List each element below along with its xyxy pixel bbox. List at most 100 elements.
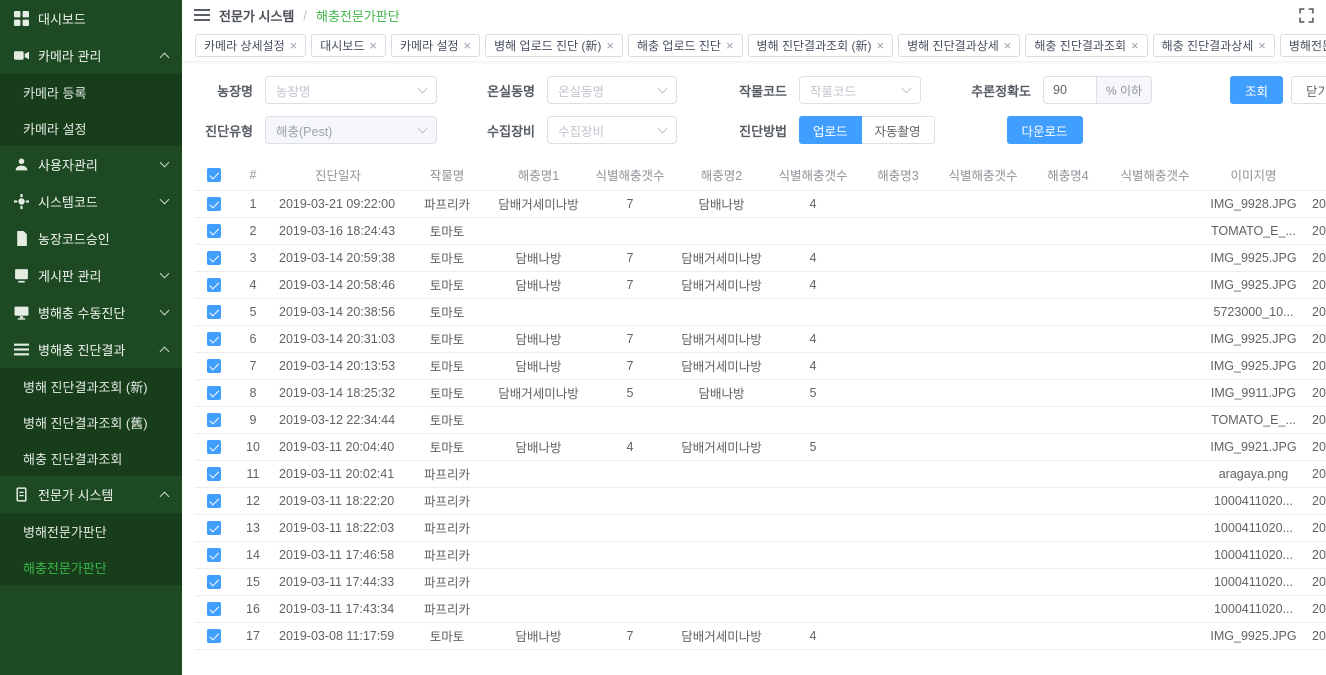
sidebar-item-pest-results[interactable]: 해충 진단결과조회: [0, 440, 182, 476]
row-checkbox[interactable]: [207, 440, 221, 454]
tab-item[interactable]: 병해 진단결과상세×: [898, 34, 1020, 57]
table-row[interactable]: 42019-03-14 20:58:46토마토담배나방7담배거세미나방4IMG_…: [195, 271, 1326, 298]
tab-item[interactable]: 병해전문가판단×: [1280, 34, 1326, 57]
sidebar-item-system-code[interactable]: 시스템코드: [0, 183, 182, 220]
breadcrumb-section[interactable]: 전문가 시스템: [219, 6, 294, 25]
greenhouse-label: 온실동명: [465, 81, 535, 100]
sidebar-item-disease-expert[interactable]: 병해전문가판단: [0, 513, 182, 549]
cell-extra: 2019: [1306, 568, 1326, 595]
row-checkbox[interactable]: [207, 575, 221, 589]
farm-select[interactable]: 농장명: [265, 76, 437, 104]
close-icon[interactable]: ×: [369, 39, 377, 52]
tab-item[interactable]: 병해 진단결과조회 (新)×: [748, 34, 894, 57]
sidebar-item-camera-management[interactable]: 카메라 관리: [0, 37, 182, 74]
table-header-col-date: 진단일자: [273, 160, 403, 190]
sidebar-item-dashboard[interactable]: 대시보드: [0, 0, 182, 37]
search-button[interactable]: 조회: [1230, 76, 1283, 104]
sidebar-item-pest-expert[interactable]: 해충전문가판단: [0, 549, 182, 585]
row-checkbox[interactable]: [207, 629, 221, 643]
method-option-button[interactable]: 업로드: [799, 116, 862, 144]
sidebar-item-camera-register[interactable]: 카메라 등록: [0, 74, 182, 110]
breadcrumb-separator: /: [303, 8, 307, 23]
row-checkbox[interactable]: [207, 305, 221, 319]
table-row[interactable]: 32019-03-14 20:59:38토마토담배나방7담배거세미나방4IMG_…: [195, 244, 1326, 271]
cell-pest3: [857, 352, 939, 379]
cell-pest4: [1027, 514, 1109, 541]
tab-item[interactable]: 해충 업로드 진단×: [628, 34, 743, 57]
sidebar-item-user-management[interactable]: 사용자관리: [0, 146, 182, 183]
select-all-checkbox[interactable]: [207, 168, 221, 182]
cell-pest3: [857, 379, 939, 406]
table-row[interactable]: 62019-03-14 20:31:03토마토담배나방7담배거세미나방4IMG_…: [195, 325, 1326, 352]
cell-count2: 5: [769, 433, 857, 460]
table-row[interactable]: 142019-03-11 17:46:58파프리카1000411020...20…: [195, 541, 1326, 568]
hamburger-menu-icon[interactable]: [194, 8, 210, 22]
method-option-button[interactable]: 자동촬영: [862, 116, 935, 144]
cell-count2: [769, 595, 857, 622]
row-checkbox[interactable]: [207, 548, 221, 562]
sidebar-item-disease-results-old[interactable]: 병해 진단결과조회 (舊): [0, 404, 182, 440]
tab-item[interactable]: 해충 진단결과상세 ×: [1153, 34, 1275, 57]
row-checkbox[interactable]: [207, 602, 221, 616]
accuracy-input[interactable]: [1043, 76, 1097, 104]
sidebar-item-expert-system[interactable]: 전문가 시스템: [0, 476, 182, 513]
cell-crop: 파프리카: [403, 541, 491, 568]
cell-pest4: [1027, 298, 1109, 325]
row-checkbox[interactable]: [207, 467, 221, 481]
row-checkbox[interactable]: [207, 359, 221, 373]
sidebar-item-farm-code-approval[interactable]: 농장코드승인: [0, 220, 182, 257]
table-row[interactable]: 152019-03-11 17:44:33파프리카1000411020...20…: [195, 568, 1326, 595]
tab-item[interactable]: 해충 진단결과조회×: [1025, 34, 1147, 57]
close-icon[interactable]: ×: [290, 39, 298, 52]
sidebar-item-diagnosis-results[interactable]: 병해충 진단결과: [0, 331, 182, 368]
fullscreen-icon[interactable]: [1299, 8, 1314, 23]
sidebar-item-disease-results-new[interactable]: 병해 진단결과조회 (新): [0, 368, 182, 404]
table-row[interactable]: 52019-03-14 20:38:56토마토5723000_10...2019: [195, 298, 1326, 325]
device-select[interactable]: 수집장비: [547, 116, 677, 144]
table-row[interactable]: 102019-03-11 20:04:40토마토담배나방4담배거세미나방5IMG…: [195, 433, 1326, 460]
row-checkbox[interactable]: [207, 494, 221, 508]
diagnosis-results-icon: [14, 342, 29, 357]
close-icon[interactable]: ×: [1004, 39, 1012, 52]
close-icon[interactable]: ×: [877, 39, 885, 52]
table-row[interactable]: 82019-03-14 18:25:32토마토담배거세미나방5담배나방5IMG_…: [195, 379, 1326, 406]
greenhouse-select[interactable]: 온실동명: [547, 76, 677, 104]
close-icon[interactable]: ×: [1258, 39, 1266, 52]
tab-label: 해충 진단결과상세: [1162, 37, 1254, 54]
table-row[interactable]: 132019-03-11 18:22:03파프리카1000411020...20…: [195, 514, 1326, 541]
row-checkbox[interactable]: [207, 224, 221, 238]
close-icon[interactable]: ×: [464, 39, 472, 52]
tab-label: 병해 업로드 진단 (新): [494, 37, 601, 54]
row-checkbox[interactable]: [207, 278, 221, 292]
close-icon[interactable]: ×: [726, 39, 734, 52]
sidebar-item-manual-diagnosis[interactable]: 병해충 수동진단: [0, 294, 182, 331]
table-row[interactable]: 122019-03-11 18:22:20파프리카1000411020...20…: [195, 487, 1326, 514]
diagnosis-type-select[interactable]: 해충(Pest): [265, 116, 437, 144]
row-checkbox[interactable]: [207, 251, 221, 265]
table-row[interactable]: 162019-03-11 17:43:34파프리카1000411020...20…: [195, 595, 1326, 622]
tab-item[interactable]: 대시보드×: [311, 34, 386, 57]
close-button[interactable]: 닫기: [1291, 76, 1326, 104]
row-checkbox[interactable]: [207, 332, 221, 346]
table-row[interactable]: 12019-03-21 09:22:00파프리카담배거세미나방7담배나방4IMG…: [195, 190, 1326, 217]
table-row[interactable]: 92019-03-12 22:34:44토마토TOMATO_E_...2019: [195, 406, 1326, 433]
table-row[interactable]: 22019-03-16 18:24:43토마토TOMATO_E_...2019: [195, 217, 1326, 244]
row-checkbox[interactable]: [207, 197, 221, 211]
crop-code-select[interactable]: 작물코드: [799, 76, 921, 104]
close-icon[interactable]: ×: [1131, 39, 1139, 52]
download-button[interactable]: 다운로드: [1007, 116, 1083, 144]
tab-item[interactable]: 병해 업로드 진단 (新) ×: [485, 34, 623, 57]
cell-crop: 파프리카: [403, 568, 491, 595]
table-row[interactable]: 72019-03-14 20:13:53토마토담배나방7담배거세미나방4IMG_…: [195, 352, 1326, 379]
tab-item[interactable]: 카메라 상세설정×: [195, 34, 306, 57]
row-checkbox[interactable]: [207, 413, 221, 427]
row-checkbox[interactable]: [207, 521, 221, 535]
sidebar-item-camera-settings[interactable]: 카메라 설정: [0, 110, 182, 146]
table-header-col-pest3: 해충명3: [857, 160, 939, 190]
row-checkbox[interactable]: [207, 386, 221, 400]
close-icon[interactable]: ×: [606, 39, 614, 52]
table-row[interactable]: 172019-03-08 11:17:59토마토담배나방7담배거세미나방4IMG…: [195, 622, 1326, 649]
table-row[interactable]: 112019-03-11 20:02:41파프리카aragaya.png2019: [195, 460, 1326, 487]
sidebar-item-board-management[interactable]: 게시판 관리: [0, 257, 182, 294]
tab-item[interactable]: 카메라 설정×: [391, 34, 480, 57]
